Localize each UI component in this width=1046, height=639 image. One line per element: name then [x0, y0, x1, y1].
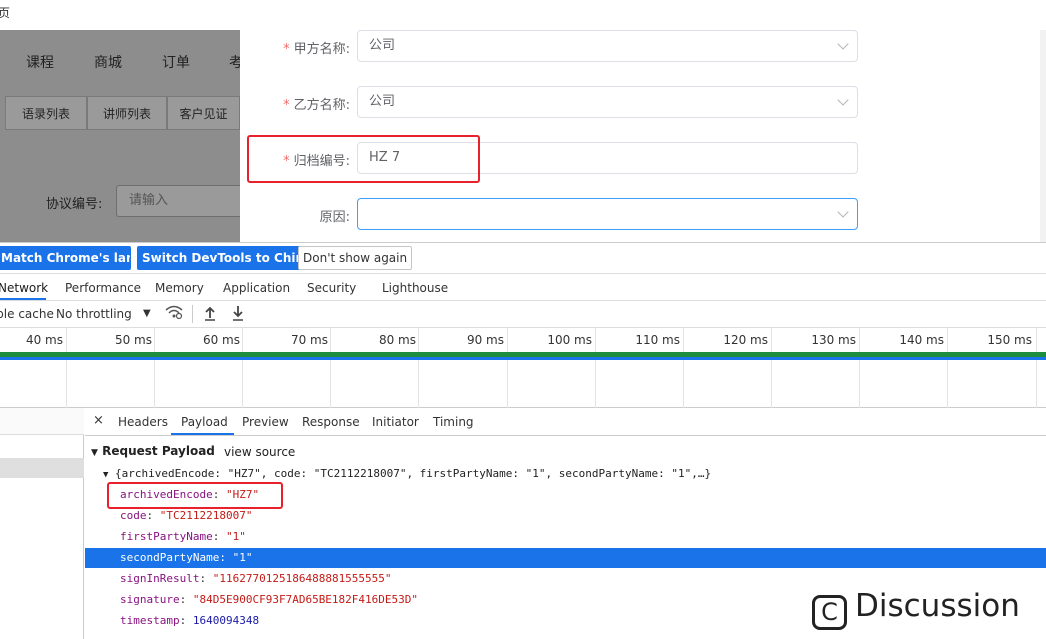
timeline-gridline — [947, 328, 948, 408]
timeline-gridline — [154, 328, 155, 408]
match-language-button[interactable]: Match Chrome's language — [0, 246, 131, 270]
timeline-tick: 130 ms — [811, 333, 856, 347]
tab-security[interactable]: Security — [307, 281, 356, 295]
window-title: 页 — [0, 6, 11, 20]
payload-object-summary[interactable]: ▼ {archivedEncode: "HZ7", code: "TC21122… — [103, 467, 711, 480]
timeline-download-bar — [0, 357, 1046, 360]
toolbar-separator — [192, 305, 193, 323]
tab-quotes[interactable]: 语录列表 — [5, 96, 87, 130]
timeline-gridline — [66, 328, 67, 408]
timeline-tick: 60 ms — [202, 333, 240, 347]
expand-triangle-icon: ▼ — [91, 448, 98, 458]
timeline-gridline — [1036, 328, 1037, 408]
export-har-icon[interactable] — [231, 305, 245, 324]
timeline-gridline — [330, 328, 331, 408]
timeline-gridline — [507, 328, 508, 408]
network-toolbar — [0, 301, 1046, 328]
request-payload-section[interactable]: ▼ Request Payload — [91, 444, 215, 458]
timeline-gridline — [771, 328, 772, 408]
chevron-down-icon — [837, 94, 849, 106]
chevron-down-icon — [837, 206, 849, 218]
watermark-text: Discussion — [855, 588, 1020, 624]
request-list — [0, 408, 84, 639]
dialog-scrollbar[interactable] — [1040, 30, 1046, 242]
party-b-label: * 乙方名称: — [283, 98, 350, 113]
payload-row-secondPartyName[interactable]: secondPartyName: "1" — [120, 551, 252, 564]
request-payload-title: Request Payload — [102, 444, 215, 458]
timeline-gridline — [683, 328, 684, 408]
timeline-tick: 40 ms — [25, 333, 63, 347]
timeline-gridline — [859, 328, 860, 408]
dont-show-again-button[interactable]: Don't show again — [298, 246, 413, 270]
tab-network[interactable]: Network — [0, 281, 48, 295]
discussion-logo-icon: C — [812, 595, 847, 630]
party-b-select[interactable]: 公司 — [357, 86, 858, 118]
close-icon[interactable]: × — [93, 413, 104, 428]
nav-item-mall[interactable]: 商城 — [94, 52, 122, 72]
tab-lighthouse[interactable]: Lighthouse — [382, 281, 448, 295]
throttling-select[interactable]: No throttling — [56, 307, 132, 321]
tab-application[interactable]: Application — [223, 281, 290, 295]
active-detail-tab-indicator — [171, 433, 234, 435]
timeline-gridline — [595, 328, 596, 408]
tab-memory[interactable]: Memory — [155, 281, 204, 295]
view-source-link[interactable]: view source — [224, 445, 295, 459]
timeline-tick: 140 ms — [899, 333, 944, 347]
highlight-box-payload — [107, 482, 283, 509]
request-detail-tabs — [85, 408, 1046, 436]
timeline-gridline — [242, 328, 243, 408]
payload-row-timestamp[interactable]: timestamp: 1640094348 — [120, 614, 259, 627]
timeline-tick: 100 ms — [547, 333, 592, 347]
party-a-label: * 甲方名称: — [283, 42, 350, 57]
payload-row-code[interactable]: code: "TC2112218007" — [120, 509, 252, 522]
agreement-number-input[interactable]: 请输入 — [116, 185, 240, 217]
timeline-tick: 50 ms — [114, 333, 152, 347]
import-har-icon[interactable] — [203, 305, 217, 324]
nav-item-orders[interactable]: 订单 — [162, 52, 190, 72]
agreement-number-label: 协议编号: — [46, 197, 103, 212]
reason-label: 原因: — [319, 210, 350, 225]
tab-preview[interactable]: Preview — [242, 415, 289, 429]
timeline-tick: 110 ms — [635, 333, 680, 347]
timeline-tick: 150 ms — [987, 333, 1032, 347]
expand-triangle-icon: ▼ — [103, 470, 109, 480]
payload-row-signature[interactable]: signature: "84D5E900CF93F7AD65BE182F416D… — [120, 593, 418, 606]
nav-item-partial[interactable]: 考 — [229, 52, 240, 72]
timeline-tick: 70 ms — [290, 333, 328, 347]
timeline-gridline — [418, 328, 419, 408]
reason-select[interactable] — [357, 198, 858, 230]
tab-headers[interactable]: Headers — [118, 415, 168, 429]
tab-performance[interactable]: Performance — [65, 281, 141, 295]
tab-testimonials[interactable]: 客户见证 — [167, 96, 240, 130]
tab-lecturers[interactable]: 讲师列表 — [87, 96, 167, 130]
payload-row-firstPartyName[interactable]: firstPartyName: "1" — [120, 530, 246, 543]
tab-timing[interactable]: Timing — [433, 415, 474, 429]
active-tab-indicator — [0, 298, 46, 300]
throttling-dropdown-icon[interactable]: ▼ — [143, 308, 151, 319]
tab-initiator[interactable]: Initiator — [372, 415, 419, 429]
payload-row-signInResult[interactable]: signInResult: "1162770125186488881555555… — [120, 572, 392, 585]
window-titlebar: 页 — [0, 0, 1046, 30]
timeline-tick: 80 ms — [378, 333, 416, 347]
discussion-watermark: C Discussion — [812, 588, 1020, 630]
chevron-down-icon — [837, 38, 849, 50]
timeline-tick: 120 ms — [723, 333, 768, 347]
request-list-header[interactable] — [0, 408, 84, 435]
nav-item-courses[interactable]: 课程 — [26, 52, 54, 72]
highlight-box-archive — [247, 135, 480, 183]
disable-cache-checkbox[interactable]: Disable cache — [0, 307, 54, 321]
network-conditions-icon[interactable] — [164, 304, 184, 323]
tab-payload[interactable]: Payload — [181, 415, 228, 429]
tab-response[interactable]: Response — [302, 415, 360, 429]
timeline-tick: 90 ms — [466, 333, 504, 347]
party-a-select[interactable]: 公司 — [357, 30, 858, 62]
selected-request-row[interactable] — [0, 458, 84, 478]
